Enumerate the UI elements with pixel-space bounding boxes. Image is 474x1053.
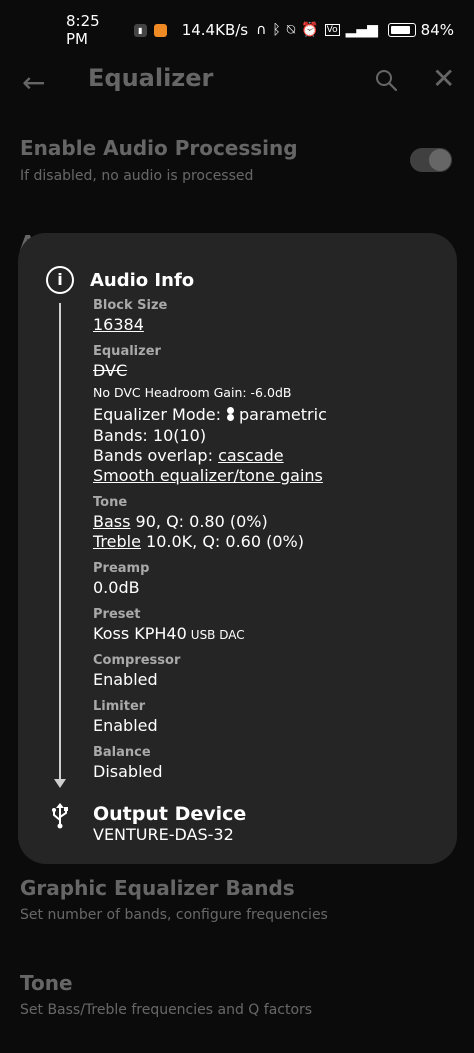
status-time: 8:25 PM: [66, 12, 100, 48]
page-title: Equalizer: [88, 64, 214, 92]
balance-value: Disabled: [93, 762, 163, 781]
network-speed: 14.4KB/s: [181, 21, 249, 39]
treble-link[interactable]: Treble: [93, 532, 141, 551]
tone-title[interactable]: Tone: [20, 971, 73, 995]
status-bar: 8:25 PM ▮ 14.4KB/s ∩ ᛒ ⍉ ⏰ Vo ▂▄▆ 84%: [0, 0, 474, 60]
search-icon[interactable]: [374, 68, 398, 92]
smooth-gains-link[interactable]: Smooth equalizer/tone gains: [93, 466, 323, 485]
output-device-value: VENTURE-DAS-32: [93, 825, 234, 844]
equalizer-mode: Equalizer Mode: parametric: [93, 405, 327, 424]
bass-link[interactable]: Bass: [93, 512, 130, 531]
compressor-label: Compressor: [93, 653, 181, 668]
preset-row: Koss KPH40 USB DAC: [93, 624, 245, 643]
app-badge-icon: ▮: [133, 23, 147, 37]
dvc-headroom: No DVC Headroom Gain: -6.0dB: [93, 385, 292, 400]
equalizer-mode-label: Equalizer Mode:: [93, 405, 221, 424]
preset-label: Preset: [93, 607, 141, 622]
equalizer-label: Equalizer: [93, 344, 161, 359]
flow-arrow-icon: [54, 779, 66, 788]
parametric-icon: [227, 407, 235, 421]
tone-subtitle: Set Bass/Treble frequencies and Q factor…: [20, 1002, 313, 1018]
usb-icon: [52, 803, 68, 829]
arrow-back-icon[interactable]: ←: [22, 66, 45, 99]
output-device-label: Output Device: [93, 803, 247, 825]
treble-value: 10.0K, Q: 0.60 (0%): [146, 532, 304, 551]
info-icon: i: [46, 266, 74, 294]
enable-audio-toggle[interactable]: [410, 148, 452, 172]
enable-audio-title[interactable]: Enable Audio Processing: [20, 136, 298, 160]
flow-line: [59, 303, 61, 781]
bands-overlap: Bands overlap: cascade: [93, 446, 284, 465]
app-icon: [153, 23, 167, 37]
compressor-value: Enabled: [93, 670, 158, 689]
signal-icon: ▂▄▆: [345, 22, 378, 38]
mute-icon: ⍉: [286, 22, 296, 38]
alarm-icon: ⏰: [301, 22, 319, 38]
limiter-label: Limiter: [93, 699, 146, 714]
bass-value: 90, Q: 0.80 (0%): [135, 512, 268, 531]
block-size-value[interactable]: 16384: [93, 315, 144, 334]
block-size-label: Block Size: [93, 298, 168, 313]
app-bar: ← Equalizer ✕: [0, 60, 474, 102]
limiter-value: Enabled: [93, 716, 158, 735]
preamp-value: 0.0dB: [93, 578, 140, 597]
equalizer-mode-value: parametric: [239, 405, 327, 424]
dvc-link[interactable]: DVC: [93, 361, 127, 380]
graphic-eq-title[interactable]: Graphic Equalizer Bands: [20, 876, 295, 900]
bands-overlap-link[interactable]: cascade: [218, 446, 284, 465]
close-icon[interactable]: ✕: [432, 62, 455, 95]
headphones-icon: ∩: [256, 22, 267, 38]
battery-icon: [387, 23, 416, 37]
bands-count: Bands: 10(10): [93, 426, 207, 445]
enable-audio-subtitle: If disabled, no audio is processed: [20, 168, 254, 184]
graphic-eq-subtitle: Set number of bands, configure frequenci…: [20, 907, 328, 923]
audio-info-dialog: i Audio Info Block Size 16384 Equalizer …: [18, 233, 457, 864]
preset-value: Koss KPH40: [93, 624, 187, 643]
volte-icon: Vo: [324, 24, 340, 36]
bluetooth-icon: ᛒ: [272, 22, 281, 38]
battery-percent: 84%: [420, 21, 454, 39]
preamp-label: Preamp: [93, 561, 150, 576]
tone-label: Tone: [93, 495, 128, 510]
bands-overlap-label: Bands overlap:: [93, 446, 213, 465]
balance-label: Balance: [93, 745, 151, 760]
dialog-title: Audio Info: [90, 269, 195, 291]
preset-tag: USB DAC: [190, 628, 245, 642]
toggle-knob: [429, 149, 451, 171]
bass-row: Bass 90, Q: 0.80 (0%): [93, 512, 268, 531]
treble-row: Treble 10.0K, Q: 0.60 (0%): [93, 532, 304, 551]
dialog-header: i Audio Info: [46, 265, 194, 295]
